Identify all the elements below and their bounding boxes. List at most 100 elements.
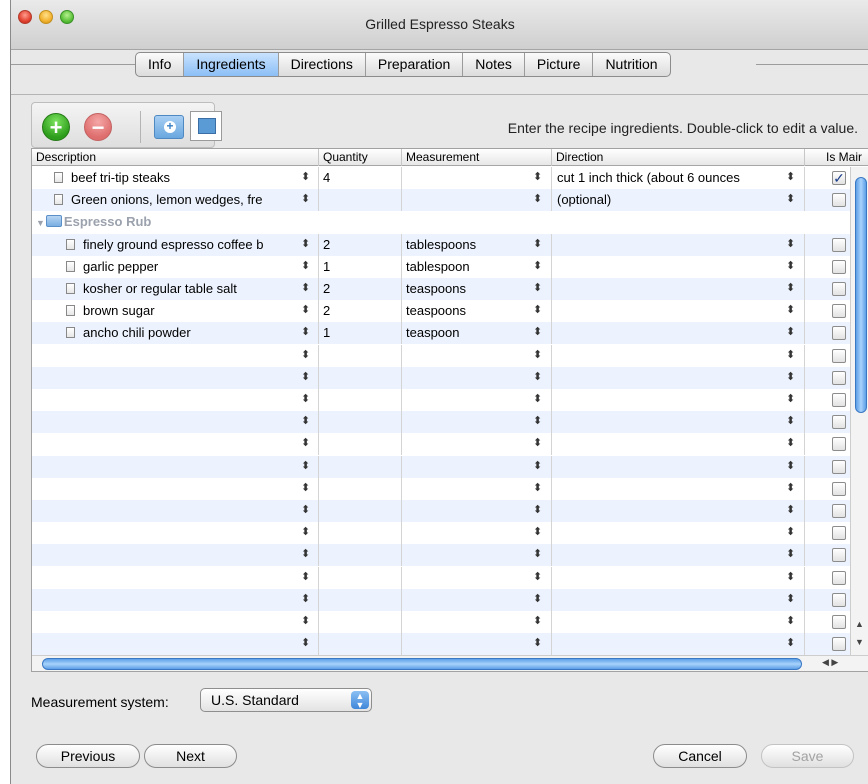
value-stepper-icon[interactable]: ⬍ xyxy=(301,633,310,654)
is-main-checkbox[interactable] xyxy=(832,637,846,651)
is-main-checkbox[interactable] xyxy=(832,482,846,496)
measurement-cell[interactable] xyxy=(402,589,552,611)
table-row[interactable]: ⬍ ⬍ ⬍ xyxy=(32,411,850,433)
horizontal-scroll-arrows-icon[interactable]: ◀ ▶ xyxy=(822,657,838,668)
next-button[interactable]: Next xyxy=(144,744,237,768)
is-main-checkbox[interactable] xyxy=(832,415,846,429)
description-cell[interactable] xyxy=(32,433,319,455)
measurement-cell[interactable] xyxy=(402,189,552,211)
value-stepper-icon[interactable]: ⬍ xyxy=(786,278,795,299)
value-stepper-icon[interactable]: ⬍ xyxy=(533,278,542,299)
is-main-checkbox[interactable] xyxy=(832,282,846,296)
quantity-cell[interactable]: 2 xyxy=(319,234,402,256)
horizontal-scrollbar[interactable]: ◀ ▶ xyxy=(32,655,868,671)
measurement-cell[interactable] xyxy=(402,456,552,478)
table-row[interactable]: ancho chili powder ⬍ 1 teaspoon ⬍ ⬍ xyxy=(32,322,850,344)
table-row[interactable]: finely ground espresso coffee b ⬍ 2 tablesp… xyxy=(32,234,850,256)
value-stepper-icon[interactable]: ⬍ xyxy=(301,234,310,255)
quantity-cell[interactable] xyxy=(319,433,402,455)
quantity-cell[interactable] xyxy=(319,367,402,389)
header-direction[interactable]: Direction xyxy=(552,149,805,166)
measurement-cell[interactable] xyxy=(402,433,552,455)
direction-cell[interactable] xyxy=(552,234,805,256)
value-stepper-icon[interactable]: ⬍ xyxy=(301,522,310,543)
is-main-checkbox[interactable] xyxy=(832,349,846,363)
header-is-main[interactable]: Is Mair xyxy=(805,149,868,166)
header-description[interactable]: Description xyxy=(32,149,319,166)
is-main-checkbox[interactable] xyxy=(832,504,846,518)
direction-cell[interactable] xyxy=(552,522,805,544)
direction-cell[interactable] xyxy=(552,567,805,589)
measurement-cell[interactable] xyxy=(402,389,552,411)
direction-cell[interactable] xyxy=(552,433,805,455)
direction-cell[interactable] xyxy=(552,389,805,411)
measurement-cell[interactable] xyxy=(402,522,552,544)
horizontal-scroll-thumb[interactable] xyxy=(42,658,802,670)
cancel-button[interactable]: Cancel xyxy=(653,744,747,768)
table-row[interactable]: ▼ Espresso Rub xyxy=(32,211,850,233)
value-stepper-icon[interactable]: ⬍ xyxy=(533,256,542,277)
value-stepper-icon[interactable]: ⬍ xyxy=(786,411,795,432)
description-cell[interactable] xyxy=(32,478,319,500)
measurement-cell[interactable] xyxy=(402,367,552,389)
quantity-cell[interactable] xyxy=(319,411,402,433)
measurement-cell[interactable]: tablespoon xyxy=(402,256,552,278)
is-main-checkbox[interactable] xyxy=(832,571,846,585)
direction-cell[interactable] xyxy=(552,322,805,344)
value-stepper-icon[interactable]: ⬍ xyxy=(533,433,542,454)
is-main-checkbox[interactable] xyxy=(832,371,846,385)
value-stepper-icon[interactable]: ⬍ xyxy=(786,300,795,321)
measurement-cell[interactable]: tablespoons xyxy=(402,234,552,256)
value-stepper-icon[interactable]: ⬍ xyxy=(786,478,795,499)
quantity-cell[interactable]: 4 xyxy=(319,167,402,189)
quantity-cell[interactable] xyxy=(319,478,402,500)
description-cell[interactable]: brown sugar xyxy=(32,300,319,322)
value-stepper-icon[interactable]: ⬍ xyxy=(533,389,542,410)
value-stepper-icon[interactable]: ⬍ xyxy=(533,567,542,588)
scroll-down-arrow-icon[interactable]: ▼ xyxy=(855,637,864,647)
table-row[interactable]: ⬍ ⬍ ⬍ xyxy=(32,589,850,611)
is-main-checkbox[interactable] xyxy=(832,304,846,318)
add-group-folder-icon[interactable]: + xyxy=(154,115,184,139)
tab-preparation[interactable]: Preparation xyxy=(366,53,464,76)
quantity-cell[interactable] xyxy=(319,633,402,655)
value-stepper-icon[interactable]: ⬍ xyxy=(786,544,795,565)
value-stepper-icon[interactable]: ⬍ xyxy=(533,367,542,388)
value-stepper-icon[interactable]: ⬍ xyxy=(301,278,310,299)
quantity-cell[interactable] xyxy=(319,522,402,544)
tab-notes[interactable]: Notes xyxy=(463,53,525,76)
value-stepper-icon[interactable]: ⬍ xyxy=(786,234,795,255)
value-stepper-icon[interactable]: ⬍ xyxy=(533,544,542,565)
quantity-cell[interactable]: 2 xyxy=(319,300,402,322)
table-row[interactable]: Green onions, lemon wedges, fre ⬍ ⬍ (option… xyxy=(32,189,850,211)
is-main-checkbox[interactable] xyxy=(832,437,846,451)
vertical-scrollbar[interactable]: ▲ ▼ xyxy=(850,167,868,655)
value-stepper-icon[interactable]: ⬍ xyxy=(301,167,310,188)
add-ingredient-button[interactable]: + xyxy=(42,113,70,141)
description-cell[interactable] xyxy=(32,389,319,411)
description-cell[interactable] xyxy=(32,567,319,589)
quantity-cell[interactable] xyxy=(319,589,402,611)
quantity-cell[interactable] xyxy=(319,611,402,633)
value-stepper-icon[interactable]: ⬍ xyxy=(786,367,795,388)
value-stepper-icon[interactable]: ⬍ xyxy=(301,300,310,321)
table-row[interactable]: kosher or regular table salt ⬍ 2 teaspoons ⬍… xyxy=(32,278,850,300)
table-row[interactable]: ⬍ ⬍ ⬍ xyxy=(32,433,850,455)
measurement-cell[interactable] xyxy=(402,544,552,566)
tab-picture[interactable]: Picture xyxy=(525,53,594,76)
table-row[interactable]: ⬍ ⬍ ⬍ xyxy=(32,522,850,544)
description-cell[interactable]: beef tri-tip steaks xyxy=(32,167,319,189)
quantity-cell[interactable]: 2 xyxy=(319,278,402,300)
direction-cell[interactable] xyxy=(552,345,805,367)
description-cell[interactable] xyxy=(32,500,319,522)
table-row[interactable]: ⬍ ⬍ ⬍ xyxy=(32,611,850,633)
value-stepper-icon[interactable]: ⬍ xyxy=(301,411,310,432)
value-stepper-icon[interactable]: ⬍ xyxy=(786,433,795,454)
is-main-checkbox[interactable] xyxy=(832,460,846,474)
value-stepper-icon[interactable]: ⬍ xyxy=(786,189,795,210)
scroll-up-arrow-icon[interactable]: ▲ xyxy=(855,619,864,629)
is-main-checkbox[interactable] xyxy=(832,238,846,252)
value-stepper-icon[interactable]: ⬍ xyxy=(301,389,310,410)
disclosure-triangle-icon[interactable]: ▼ xyxy=(36,218,45,228)
description-cell[interactable] xyxy=(32,544,319,566)
